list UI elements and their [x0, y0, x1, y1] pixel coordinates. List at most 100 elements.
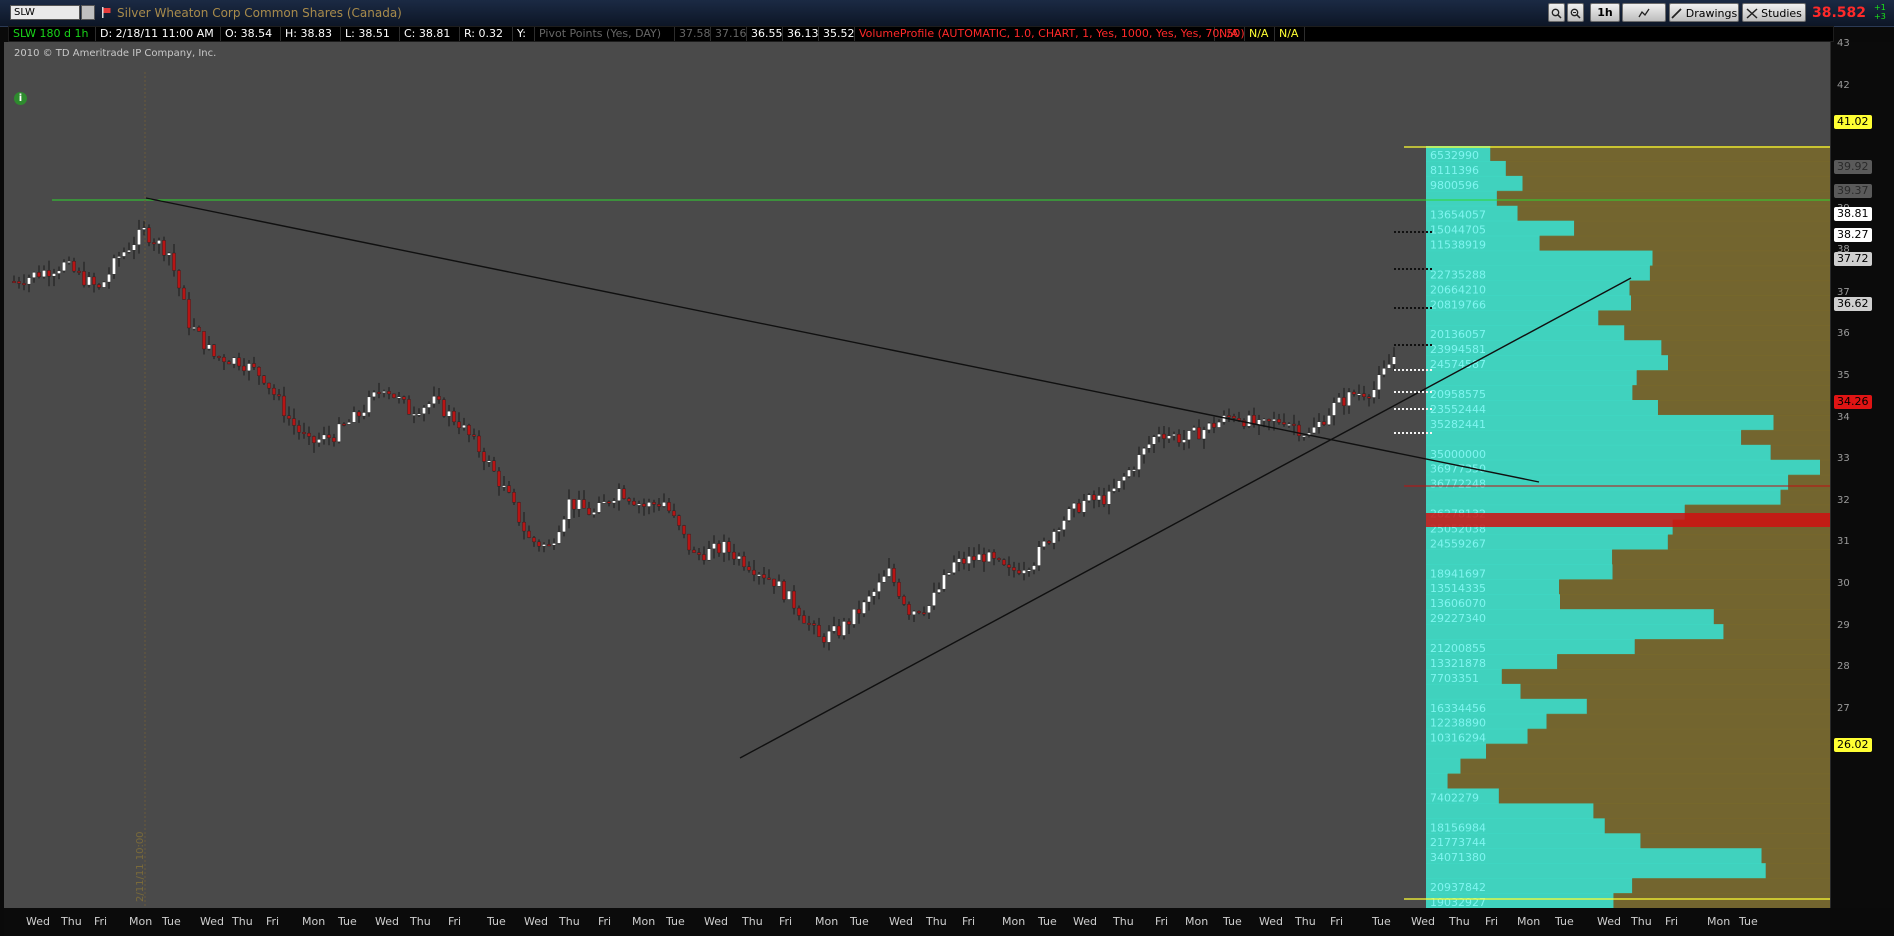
volume-row-label: 8111396: [1430, 164, 1479, 177]
candle-body: [182, 287, 186, 300]
candle-body: [667, 502, 671, 512]
candle-body: [1282, 422, 1286, 425]
price-tick: 31: [1837, 536, 1850, 547]
candle-body: [247, 363, 251, 372]
candle-body: [357, 411, 361, 417]
candle-body: [107, 274, 111, 283]
candle-body: [1007, 564, 1011, 568]
info-icon[interactable]: i: [14, 92, 27, 105]
volume-row-label: 29227340: [1430, 612, 1486, 625]
symbol-input[interactable]: SLW: [10, 5, 80, 20]
candle-body: [1367, 396, 1371, 399]
price-tick: 43: [1837, 38, 1850, 49]
candle-body: [532, 537, 536, 543]
candle-body: [637, 503, 641, 506]
interval-button[interactable]: 1h: [1590, 3, 1620, 22]
candle-body: [817, 625, 821, 637]
chart-canvas[interactable]: 6532990 8111396 9800596 13654057 15044705 115…: [4, 42, 1830, 908]
candle-body: [1082, 500, 1086, 513]
candle-body: [497, 470, 501, 487]
price-label-box: 38.27: [1834, 228, 1872, 242]
candle-body: [932, 592, 936, 606]
style-button[interactable]: Style: [1622, 3, 1666, 37]
candle-body: [957, 558, 961, 563]
candle-body: [832, 625, 836, 632]
price-label-box: 41.02: [1834, 115, 1872, 129]
candle-body: [927, 605, 931, 613]
zoom-in-button[interactable]: [1567, 3, 1584, 22]
bar-date: D: 2/18/11 11:00 AM: [96, 27, 221, 41]
candle-body: [512, 492, 516, 503]
price-tick: 42: [1837, 80, 1850, 91]
candle-body: [477, 435, 481, 452]
candle-body: [842, 621, 846, 636]
line-chart-icon: [1638, 8, 1650, 17]
time-tick: Fri: [779, 915, 793, 928]
price-tick: 32: [1837, 495, 1850, 506]
window-title: Silver Wheaton Corp Common Shares (Canad…: [117, 6, 402, 20]
candle-body: [457, 421, 461, 428]
time-tick: Mon: [1002, 915, 1026, 928]
bar-high: H: 38.83: [281, 27, 341, 41]
value-area-shade: [1586, 698, 1830, 715]
candle-body: [132, 244, 136, 251]
poc-band: [1426, 513, 1830, 527]
bar-range: R: 0.32: [460, 27, 513, 41]
price-chart[interactable]: 6532990 8111396 9800596 13654057 15044705 115…: [4, 42, 1830, 908]
candle-body: [632, 500, 636, 506]
value-area-shade: [1539, 235, 1830, 252]
value-area-shade: [1773, 414, 1830, 431]
value-area-shade: [1460, 758, 1830, 775]
time-axis[interactable]: Wed Thu Fri Mon Tue Wed Thu Fri Mon Tue Wed Thu Fri T…: [4, 908, 1830, 936]
pivot-points-study[interactable]: Pivot Points (Yes, DAY): [535, 27, 675, 41]
symbol-dropdown-button[interactable]: [81, 5, 95, 20]
studies-button[interactable]: Studies: [1742, 3, 1806, 22]
value-area-shade: [1486, 743, 1830, 760]
volume-row-label: 23994581: [1430, 343, 1486, 356]
drawings-button[interactable]: Drawings: [1669, 3, 1739, 22]
price-axis[interactable]: 43423938373635343332313029282741.0239.92…: [1830, 38, 1894, 908]
pivot-s2: 35.52: [819, 27, 855, 41]
pivot-r2: 37.58: [675, 27, 711, 41]
chart-spec[interactable]: SLW 180 d 1h: [9, 27, 96, 41]
value-area-shade: [1657, 400, 1830, 416]
value-area-shade: [1490, 146, 1830, 162]
value-area-shade: [1574, 220, 1830, 237]
pivot-pp: 36.55: [747, 27, 783, 41]
candle-body: [1362, 393, 1366, 397]
price-tick: 36: [1837, 328, 1850, 339]
value-area-shade: [1761, 848, 1830, 864]
candle-body: [342, 423, 346, 426]
candle-body: [262, 375, 266, 384]
candle-body: [1357, 393, 1361, 396]
candle-body: [692, 549, 696, 553]
magnifier-icon: [1570, 8, 1581, 19]
candle-body: [772, 578, 776, 587]
volume-profile-study[interactable]: VolumeProfile (AUTOMATIC, 1.0, CHART, 1,…: [855, 27, 1245, 41]
zoom-out-button[interactable]: [1548, 3, 1565, 22]
candle-body: [142, 227, 146, 230]
volume-row-label: 18941697: [1430, 567, 1486, 580]
candle-body: [617, 488, 621, 501]
candle-body: [852, 609, 856, 625]
time-tick: Mon: [1707, 915, 1731, 928]
candle-body: [1132, 469, 1136, 472]
candle-body: [1227, 415, 1231, 418]
candle-body: [1147, 444, 1151, 449]
candle-body: [292, 418, 296, 426]
pencil-icon: [1671, 7, 1682, 19]
value-area-shade: [1632, 385, 1830, 401]
volume-profile-bar: [1426, 683, 1521, 700]
candle-body: [1112, 488, 1116, 492]
candle-body: [307, 432, 311, 437]
candle-body: [1067, 508, 1071, 521]
candle-body: [177, 270, 181, 289]
volume-profile-bar: [1426, 310, 1599, 326]
candle-body: [437, 396, 441, 400]
value-area-shade: [1612, 564, 1830, 580]
candle-body: [967, 556, 971, 564]
candle-body: [522, 521, 526, 532]
time-tick: Fri: [598, 915, 612, 928]
candle-body: [1352, 391, 1356, 395]
value-area-shade: [1527, 728, 1830, 745]
